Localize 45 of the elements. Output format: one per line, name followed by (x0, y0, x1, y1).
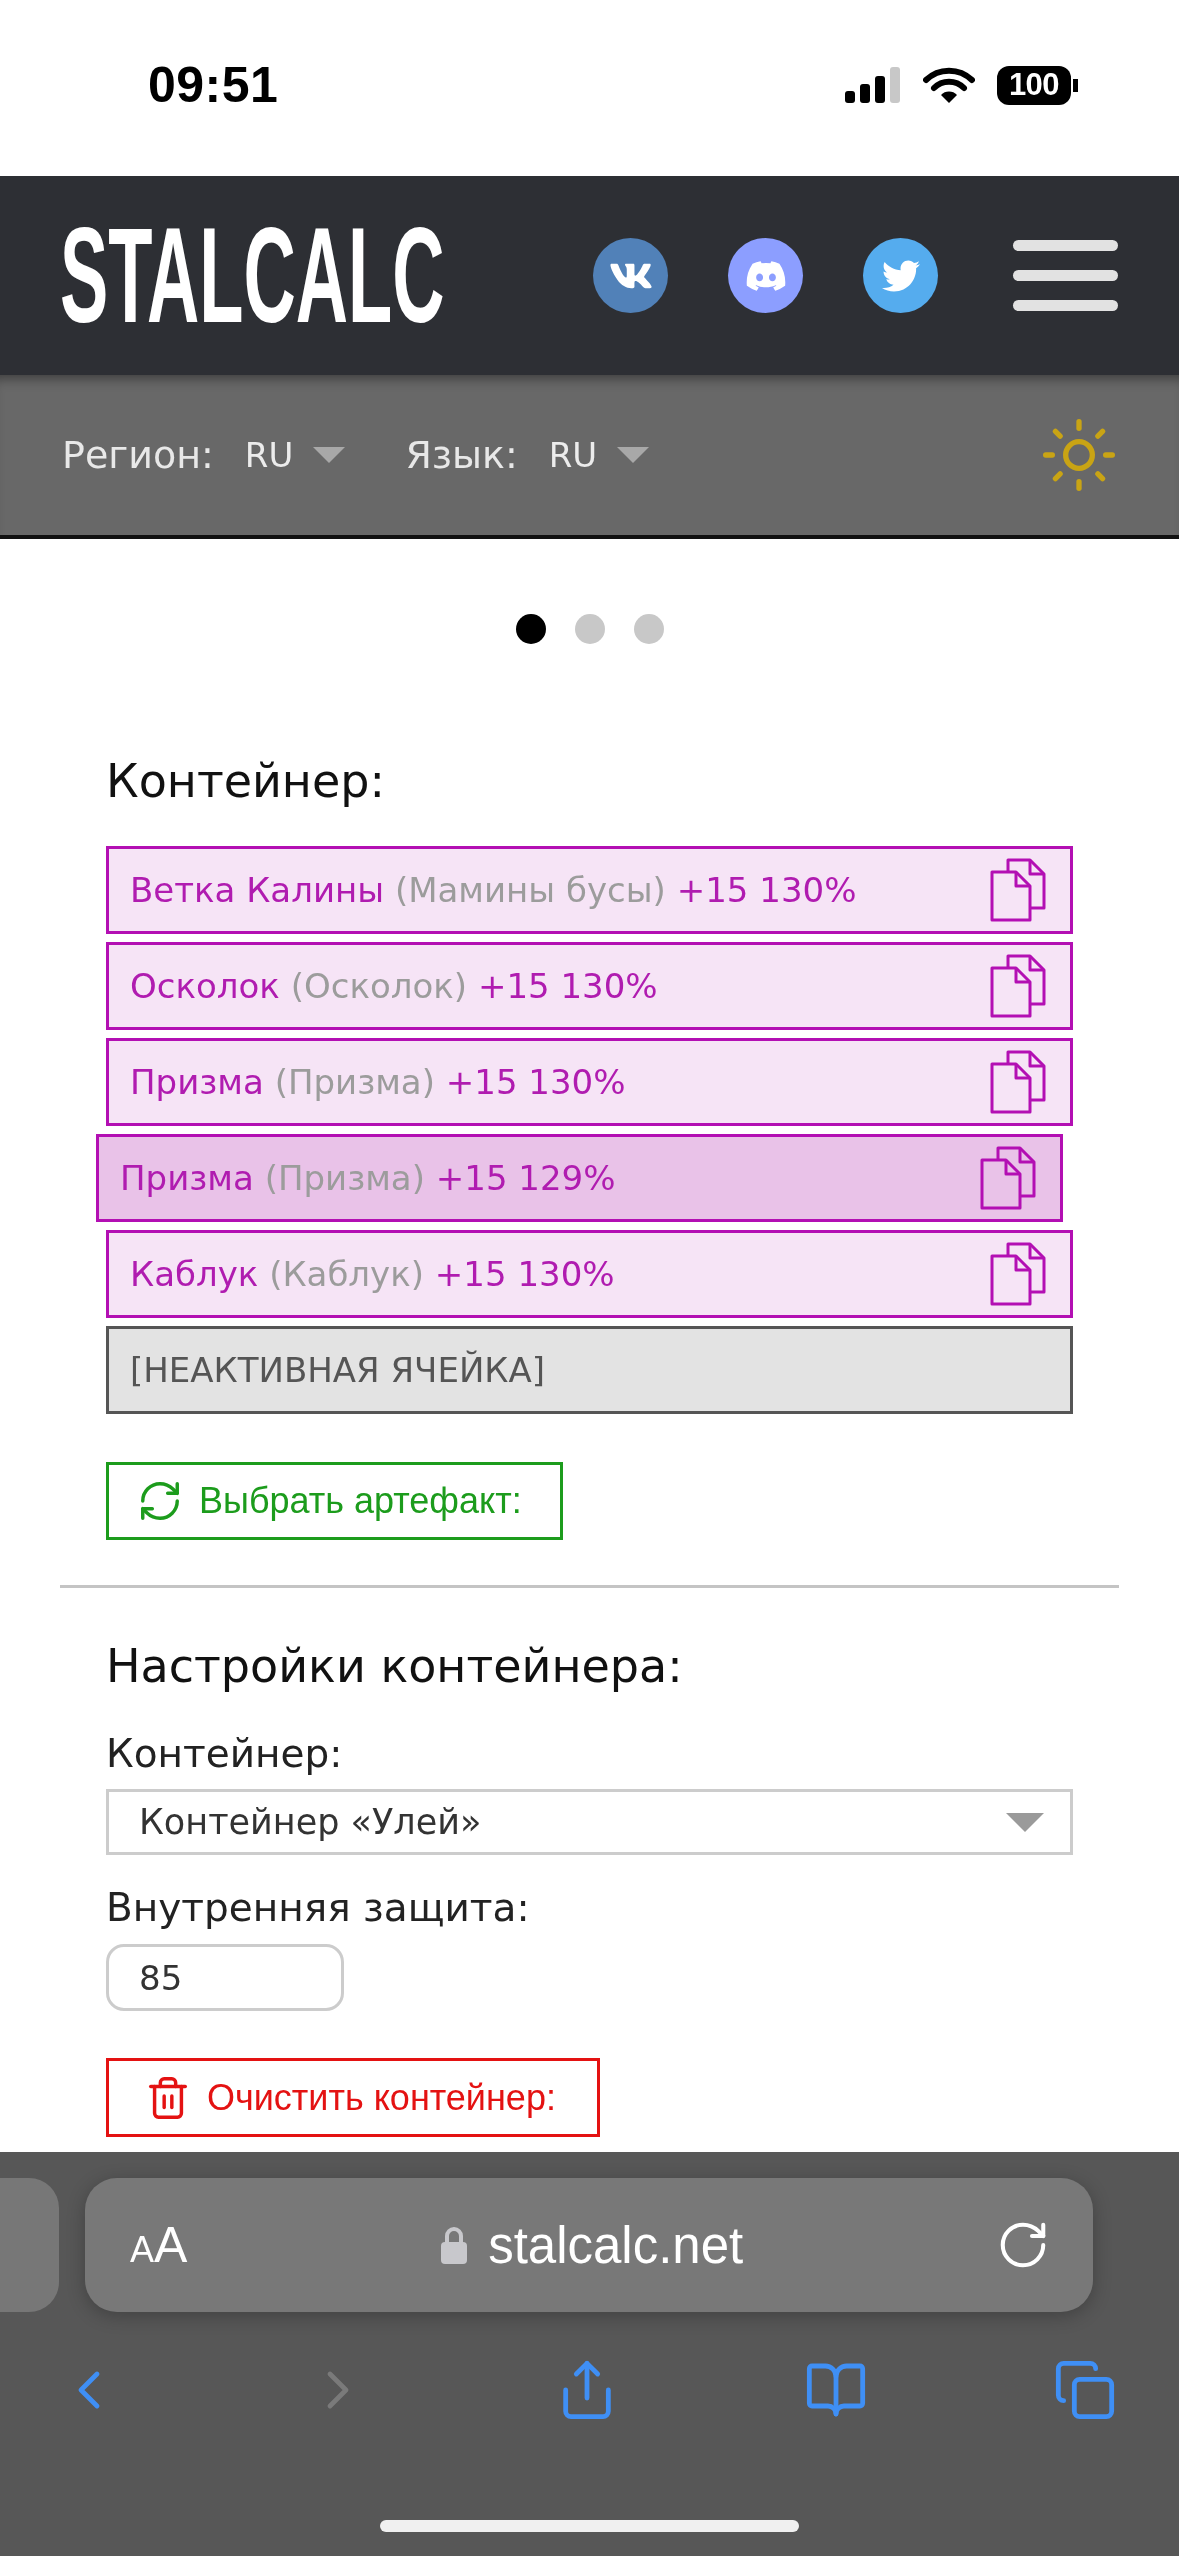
artifact-label: Осколок (Осколок) +15 130% (130, 966, 658, 1006)
artifact-slot[interactable]: Осколок (Осколок) +15 130% (106, 942, 1073, 1030)
protection-input[interactable]: 85 (106, 1944, 344, 2011)
inactive-slot: [НЕАКТИВНАЯ ЯЧЕЙКА] (106, 1326, 1073, 1414)
carousel-dot[interactable] (633, 614, 664, 644)
artifact-label: Ветка Калины (Мамины бусы) +15 130% (130, 870, 857, 910)
section-title: Настройки контейнера: (106, 1638, 683, 1694)
artifact-slot[interactable]: Каблук (Каблук) +15 130% (106, 1230, 1073, 1318)
artifact-label: Каблук (Каблук) +15 130% (130, 1254, 615, 1294)
pick-artifact-button[interactable]: Выбрать артефакт: (106, 1462, 563, 1540)
copy-icon[interactable] (990, 954, 1046, 1018)
language-label: Язык: (405, 433, 518, 477)
language-select[interactable]: RU (548, 435, 650, 475)
caret-icon (313, 447, 346, 463)
artifact-slot[interactable]: Призма (Призма) +15 129% (96, 1134, 1063, 1222)
copy-icon[interactable] (990, 1242, 1046, 1306)
field-label: Контейнер: (106, 1730, 343, 1778)
status-time: 09:51 (148, 56, 279, 114)
address-bar[interactable]: AA stalcalc.net (85, 2178, 1093, 2312)
artifact-label: Призма (Призма) +15 129% (120, 1158, 616, 1198)
caret-icon (1006, 1812, 1044, 1832)
artifact-label: Призма (Призма) +15 130% (130, 1062, 626, 1102)
artifact-slot[interactable]: Призма (Призма) +15 130% (106, 1038, 1073, 1126)
lock-icon (440, 2226, 469, 2264)
field-label: Внутренняя защита: (106, 1884, 530, 1932)
container-select[interactable]: Контейнер «Улей» (106, 1789, 1073, 1855)
url-text: stalcalc.net (488, 2215, 744, 2275)
carousel-dot[interactable] (574, 614, 605, 644)
copy-icon[interactable] (990, 858, 1046, 922)
text-size-button[interactable]: AA (130, 2216, 188, 2274)
caret-icon (617, 447, 650, 463)
clear-container-button[interactable]: Очистить контейнер: (106, 2058, 600, 2137)
wifi-icon (923, 67, 975, 103)
carousel-dot[interactable] (515, 614, 546, 644)
section-title: Контейнер: (106, 753, 385, 809)
menu-icon[interactable] (1013, 240, 1118, 311)
tabs-icon[interactable] (1053, 2358, 1117, 2422)
region-label: Регион: (62, 433, 214, 477)
copy-icon[interactable] (990, 1050, 1046, 1114)
artifact-slot[interactable]: Ветка Калины (Мамины бусы) +15 130% (106, 846, 1073, 934)
region-select[interactable]: RU (244, 435, 346, 475)
battery-indicator: 100 (997, 65, 1078, 105)
signal-icon (845, 67, 901, 103)
site-logo[interactable]: STALCALC (60, 226, 445, 325)
copy-icon[interactable] (980, 1146, 1036, 1210)
